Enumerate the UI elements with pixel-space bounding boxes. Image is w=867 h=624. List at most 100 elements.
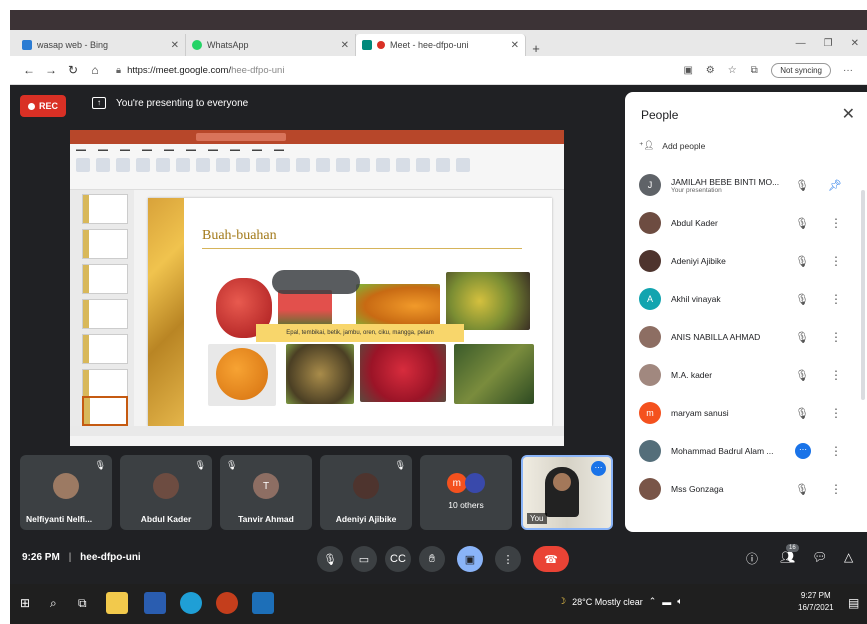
mic-off-icon[interactable]: 🎙︎ xyxy=(795,179,809,192)
participant-row[interactable]: ANIS NABILLA AHMAD 🎙︎ ⋮ xyxy=(625,318,867,356)
slide-thumbnails xyxy=(70,190,134,436)
mic-off-icon[interactable]: 🎙︎ xyxy=(795,369,809,382)
leave-call-button[interactable]: ☎︎ xyxy=(533,546,569,572)
add-people-button[interactable]: ⁺👤︎ Add people xyxy=(639,140,705,151)
store-icon[interactable] xyxy=(144,592,166,614)
people-panel-title: People xyxy=(641,108,679,122)
back-icon[interactable]: ← xyxy=(18,63,40,77)
avatar: m xyxy=(446,473,467,493)
chevron-up-icon[interactable]: ⌃ xyxy=(649,596,657,607)
participant-tile[interactable]: 🎙︎ Adeniyi Ajibike xyxy=(320,455,412,530)
others-tile[interactable]: m 10 others xyxy=(420,455,512,530)
search-icon[interactable]: ⌕ xyxy=(50,596,57,611)
new-tab-button[interactable]: + xyxy=(526,41,546,56)
recording-badge[interactable]: REC xyxy=(20,95,66,117)
more-vert-icon[interactable]: ⋮ xyxy=(830,368,842,382)
slide-thumbnail xyxy=(82,369,128,399)
people-panel: People ✕ ⁺👤︎ Add people J JAMILAH BEBE BI… xyxy=(625,92,867,532)
mic-off-icon[interactable]: 🎙︎ xyxy=(795,293,809,306)
mic-off-icon[interactable]: 🎙︎ xyxy=(795,407,809,420)
powerpoint-search xyxy=(196,133,286,141)
menu-icon[interactable]: ··· xyxy=(837,65,859,76)
windows-start-icon[interactable]: ⊞ xyxy=(20,596,30,610)
address-bar: ← → ↻ ⌂ 🔒︎ https://meet.google.com/hee-df… xyxy=(10,56,867,85)
taskbar-clock[interactable]: 9:27 PM 16/7/2021 xyxy=(798,590,834,614)
participant-row[interactable]: A Akhil vinayak 🎙︎ ⋮ xyxy=(625,280,867,318)
activities-icon[interactable]: △ xyxy=(844,550,853,564)
powerpoint-titlebar xyxy=(70,130,564,144)
participant-row[interactable]: J JAMILAH BEBE BINTI MO... Your presentati… xyxy=(625,166,867,204)
maximize-icon[interactable]: ❐ xyxy=(824,38,833,49)
settings-icon[interactable]: ⚙ xyxy=(699,65,721,76)
participant-row[interactable]: Adeniyi Ajibike 🎙︎ ⋮ xyxy=(625,242,867,280)
ribbon-tools xyxy=(70,156,564,174)
camera-permission-icon[interactable]: ▣ xyxy=(677,65,699,76)
participant-row[interactable]: Mohammad Badrul Alam ... ⋯ ⋮ xyxy=(625,432,867,470)
participant-row[interactable]: M.A. kader 🎙︎ ⋮ xyxy=(625,356,867,394)
collections-icon[interactable]: ⧉ xyxy=(743,65,765,76)
volume-icon[interactable]: 🔈︎ xyxy=(677,596,682,607)
captions-button[interactable]: CC xyxy=(385,546,411,572)
tab-bing[interactable]: wasap web - Bing ✕ xyxy=(16,34,186,56)
more-options-button[interactable]: ⋮ xyxy=(495,546,521,572)
participant-tile[interactable]: 🎙︎ T Tanvir Ahmad xyxy=(220,455,312,530)
more-vert-icon[interactable]: ⋮ xyxy=(830,482,842,496)
mic-off-icon[interactable]: 🎙︎ xyxy=(795,217,809,230)
weather-widget[interactable]: ☽ 28°C Mostly clear ⌃ ▬ 🔈︎ xyxy=(558,596,683,607)
pin-icon[interactable]: 📌︎ xyxy=(828,179,842,192)
participant-name: M.A. kader xyxy=(671,370,713,380)
more-vert-icon[interactable]: ⋮ xyxy=(830,444,842,458)
camera-button[interactable]: ▭ xyxy=(351,546,377,572)
participant-row[interactable]: Abdul Kader 🎙︎ ⋮ xyxy=(625,204,867,242)
mic-button[interactable]: 🎙︎ xyxy=(317,546,343,572)
file-explorer-icon[interactable] xyxy=(106,592,128,614)
close-icon[interactable]: ✕ xyxy=(511,40,519,51)
info-icon[interactable]: ⓘ xyxy=(746,550,758,567)
participant-row[interactable]: Mss Gonzaga 🎙︎ ⋮ xyxy=(625,470,867,508)
sync-button[interactable]: Not syncing xyxy=(771,62,831,78)
close-icon[interactable]: ✕ xyxy=(341,40,349,51)
favorites-icon[interactable]: ☆ xyxy=(721,65,743,76)
mic-off-icon[interactable]: 🎙︎ xyxy=(795,255,809,268)
forward-icon[interactable]: → xyxy=(40,63,62,77)
participant-tile[interactable]: 🎙︎ Nelfiyanti Nelfi... xyxy=(20,455,112,530)
participant-tile[interactable]: 🎙︎ Abdul Kader xyxy=(120,455,212,530)
minimize-icon[interactable]: — xyxy=(796,38,806,49)
task-view-icon[interactable]: ⧉ xyxy=(78,596,87,611)
tab-whatsapp[interactable]: WhatsApp ✕ xyxy=(186,34,356,56)
more-options-icon[interactable]: ⋯ xyxy=(591,461,606,476)
close-window-icon[interactable]: ✕ xyxy=(851,38,859,49)
sapodilla-image xyxy=(286,344,354,404)
notifications-icon[interactable]: ▤ xyxy=(848,596,859,610)
moon-icon: ☽ xyxy=(558,596,567,606)
self-view-tile[interactable]: ⋯ You xyxy=(521,455,613,530)
chat-icon[interactable]: 💬︎ xyxy=(812,550,827,564)
participant-row[interactable]: m maryam sanusi 🎙︎ ⋮ xyxy=(625,394,867,432)
edge-icon[interactable] xyxy=(180,592,202,614)
photos-icon[interactable] xyxy=(252,592,274,614)
mic-off-icon[interactable]: 🎙︎ xyxy=(795,331,809,344)
more-vert-icon[interactable]: ⋮ xyxy=(830,292,842,306)
url-field[interactable]: 🔒︎ https://meet.google.com/hee-dfpo-uni xyxy=(116,65,677,76)
close-icon[interactable]: ✕ xyxy=(171,40,179,51)
refresh-icon[interactable]: ↻ xyxy=(62,63,84,77)
raise-hand-button[interactable]: ✋︎ xyxy=(419,546,445,572)
powerpoint-icon[interactable] xyxy=(216,592,238,614)
avatar xyxy=(639,440,661,462)
mango-tree-image xyxy=(454,344,534,404)
avatar xyxy=(639,212,661,234)
participant-scrollbar[interactable] xyxy=(861,190,865,400)
meeting-controls: 9:26 PM | hee-dfpo-uni 🎙︎ ▭ CC ✋︎ ▣ ⋮ ☎︎… xyxy=(10,538,867,584)
home-icon[interactable]: ⌂ xyxy=(84,63,106,77)
mic-off-icon[interactable]: 🎙︎ xyxy=(795,483,809,496)
people-button[interactable]: 👥︎ 16 xyxy=(780,544,799,564)
network-icon[interactable]: ▬ xyxy=(662,597,671,607)
more-vert-icon[interactable]: ⋮ xyxy=(830,330,842,344)
more-vert-icon[interactable]: ⋮ xyxy=(830,406,842,420)
close-icon[interactable]: ✕ xyxy=(842,104,855,124)
present-button[interactable]: ▣ xyxy=(457,546,483,572)
tab-meet[interactable]: Meet - hee-dfpo-uni ✕ xyxy=(356,34,526,56)
avatar xyxy=(639,326,661,348)
more-vert-icon[interactable]: ⋮ xyxy=(830,216,842,230)
more-vert-icon[interactable]: ⋮ xyxy=(830,254,842,268)
